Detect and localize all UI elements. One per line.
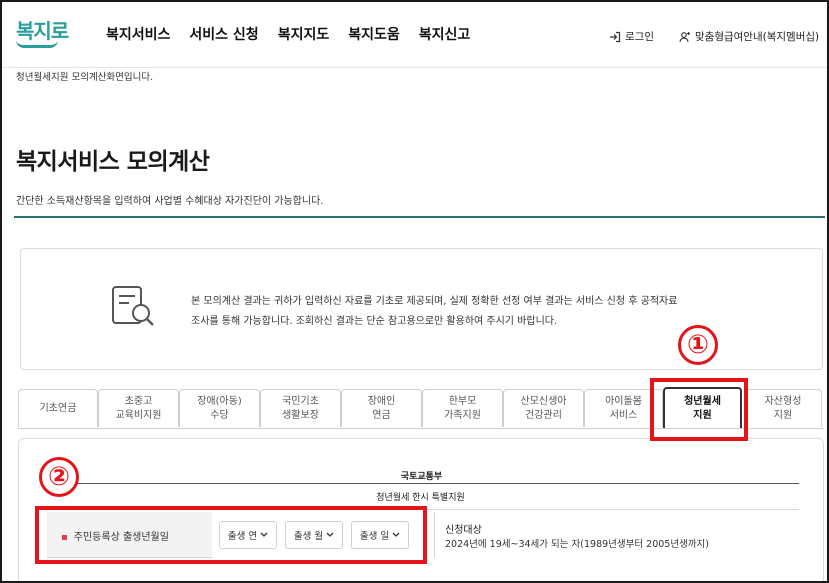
annotation-box-youth-rent-tab (650, 378, 748, 441)
main-nav: 복지서비스 서비스 신청 복지지도 복지도움 복지신고 (106, 24, 470, 44)
eligibility-description: 2024년에 19세~34세가 되는 자(1989년생부터 2005년생까지) (445, 539, 709, 550)
annotation-marker-2: ② (39, 457, 79, 497)
site-header: 복지로 복지서비스 서비스 신청 복지지도 복지도움 복지신고 로그인 맞춤형급… (2, 2, 827, 68)
login-icon (610, 31, 621, 42)
custom-benefit-label: 맞춤형급여안내(복지멤버십) (695, 31, 820, 43)
eligibility-title: 신청대상 (445, 525, 482, 536)
page-frame: 복지로 복지서비스 서비스 신청 복지지도 복지도움 복지신고 로그인 맞춤형급… (0, 0, 829, 583)
page-title: 복지서비스 모의계산 (16, 149, 210, 175)
login-link[interactable]: 로그인 (609, 29, 654, 44)
tab-school-expense[interactable]: 초중고 교육비지원 (98, 389, 179, 427)
tab-basic-livelihood[interactable]: 국민기초 생활보장 (260, 389, 341, 427)
nav-item-service-apply[interactable]: 서비스 신청 (189, 24, 258, 44)
title-divider (14, 216, 825, 218)
nav-item-welfare-help[interactable]: 복지도움 (348, 24, 400, 44)
document-search-icon (112, 286, 154, 326)
user-add-icon (679, 31, 690, 42)
tab-maternal-newborn[interactable]: 산모신생아 건강관리 (503, 389, 584, 427)
tab-asset-building[interactable]: 자산형성 지원 (744, 389, 822, 427)
nav-item-welfare-map[interactable]: 복지지도 (278, 24, 330, 44)
tab-disability-child-allowance[interactable]: 장애(아동) 수당 (179, 389, 260, 427)
annotation-box-birthdate-row (35, 506, 427, 564)
login-label: 로그인 (625, 31, 654, 43)
ministry-divider (47, 483, 799, 484)
page-subtitle: 간단한 소득재산항목을 입력하여 사업별 수혜대상 자가진단이 가능합니다. (16, 196, 324, 207)
tab-disability-pension[interactable]: 장애인 연금 (341, 389, 422, 427)
logo-swoosh-icon (16, 40, 58, 48)
annotation-marker-1: ① (678, 325, 718, 365)
program-name: 청년월세 한시 특별지원 (376, 493, 465, 503)
ministry-name: 국토교통부 (400, 472, 443, 482)
eligibility-divider (434, 512, 435, 558)
tab-single-parent[interactable]: 한부모 가족지원 (422, 389, 503, 427)
tab-basic-pension[interactable]: 기초연금 (18, 389, 98, 427)
notice-line-1: 본 모의계산 결과는 귀하가 입력하신 자료를 기초로 제공되며, 실제 정확한… (191, 296, 678, 307)
nav-item-welfare-report[interactable]: 복지신고 (419, 24, 471, 44)
custom-benefit-link[interactable]: 맞춤형급여안내(복지멤버십) (679, 29, 819, 44)
nav-item-welfare-service[interactable]: 복지서비스 (106, 24, 170, 44)
page-description-text: 청년월세지원 모의계산화면입니다. (16, 72, 154, 83)
